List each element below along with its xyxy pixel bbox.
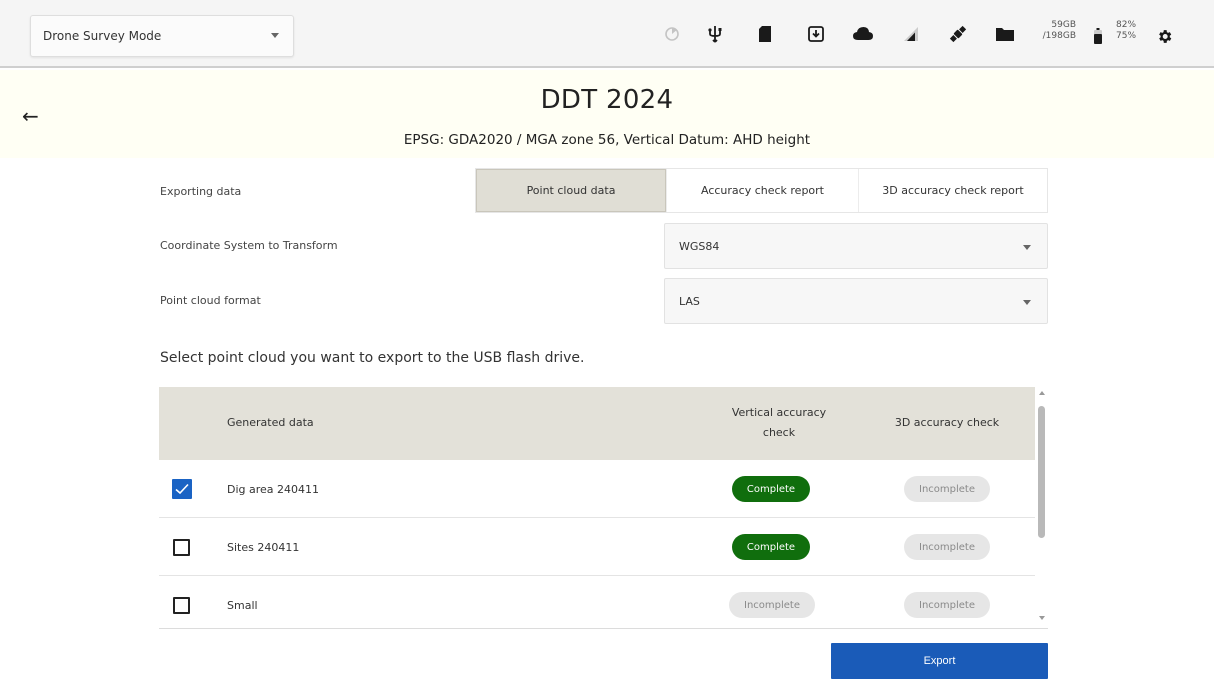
cloud-icon xyxy=(853,24,873,44)
tab-3d-accuracy-check-report[interactable]: 3D accuracy check report xyxy=(858,169,1047,212)
point-cloud-format-select[interactable]: LAS xyxy=(664,278,1048,324)
top-status-bar: Drone Survey Mode 59GB /198GB 82% 75% xyxy=(0,0,1214,68)
point-cloud-table: Generated data Vertical accuracy check 3… xyxy=(159,387,1048,629)
column-3d-accuracy: 3D accuracy check xyxy=(894,416,1000,429)
exporting-data-label: Exporting data xyxy=(160,185,242,198)
scrollbar-thumb[interactable] xyxy=(1038,406,1045,538)
battery-percent: 82% 75% xyxy=(1116,20,1136,42)
status-badge: Incomplete xyxy=(904,476,990,502)
page-title: DDT 2024 xyxy=(540,85,674,115)
battery-secondary: 75% xyxy=(1116,31,1137,41)
storage-indicator: 59GB /198GB xyxy=(1036,20,1076,42)
column-generated-data: Generated data xyxy=(227,416,314,429)
table-row[interactable]: Sites 240411 Complete Incomplete xyxy=(159,518,1035,576)
usb-icon xyxy=(708,24,722,44)
folder-icon xyxy=(996,24,1014,44)
battery-icon xyxy=(1094,26,1102,46)
table-header: Generated data Vertical accuracy check 3… xyxy=(159,387,1035,460)
mode-select[interactable]: Drone Survey Mode xyxy=(30,15,294,57)
status-badge: Incomplete xyxy=(729,592,815,618)
coordinate-system-value: WGS84 xyxy=(679,239,720,253)
tab-accuracy-check-report[interactable]: Accuracy check report xyxy=(666,169,858,212)
table-row[interactable]: Small Incomplete Incomplete xyxy=(159,576,1035,628)
column-vertical-accuracy-line1: Vertical accuracy xyxy=(731,406,827,419)
tab-point-cloud-data[interactable]: Point cloud data xyxy=(476,169,666,212)
storage-used: 59GB xyxy=(1051,20,1076,30)
row-name: Dig area 240411 xyxy=(227,483,320,496)
row-checkbox[interactable] xyxy=(173,597,190,614)
loading-progress-icon xyxy=(664,24,680,44)
coordinate-system-select[interactable]: WGS84 xyxy=(664,223,1048,269)
check-icon xyxy=(175,483,189,495)
page-subtitle: EPSG: GDA2020 / MGA zone 56, Vertical Da… xyxy=(403,132,811,148)
scroll-up-icon[interactable] xyxy=(1039,391,1045,395)
sd-card-icon xyxy=(759,24,771,44)
instruction-text: Select point cloud you want to export to… xyxy=(160,350,585,366)
storage-total: /198GB xyxy=(1042,31,1076,41)
scroll-down-icon[interactable] xyxy=(1039,616,1045,620)
status-badge: Complete xyxy=(732,476,810,502)
signal-icon xyxy=(903,24,919,44)
status-badge: Incomplete xyxy=(904,534,990,560)
chevron-down-icon xyxy=(271,33,279,38)
battery-primary: 82% xyxy=(1116,20,1137,30)
chevron-down-icon xyxy=(1023,300,1031,305)
row-checkbox[interactable] xyxy=(173,539,190,556)
column-vertical-accuracy-line2: check xyxy=(762,426,796,439)
row-name: Small xyxy=(227,599,258,612)
point-cloud-format-value: LAS xyxy=(679,294,700,308)
row-name: Sites 240411 xyxy=(227,541,300,554)
table-row[interactable]: Dig area 240411 Complete Incomplete xyxy=(159,460,1035,518)
point-cloud-format-label: Point cloud format xyxy=(160,294,261,307)
export-type-tabs: Point cloud data Accuracy check report 3… xyxy=(475,168,1048,213)
coordinate-system-label: Coordinate System to Transform xyxy=(160,239,338,252)
mode-select-value: Drone Survey Mode xyxy=(43,29,162,43)
row-checkbox[interactable] xyxy=(172,479,192,499)
status-badge: Incomplete xyxy=(904,592,990,618)
status-badge: Complete xyxy=(732,534,810,560)
chevron-down-icon xyxy=(1023,245,1031,250)
download-icon xyxy=(808,24,824,44)
satellite-icon xyxy=(948,24,968,44)
export-button[interactable]: Export xyxy=(831,643,1048,679)
gear-icon[interactable] xyxy=(1156,26,1173,46)
column-vertical-accuracy: Vertical accuracy check xyxy=(679,403,879,443)
